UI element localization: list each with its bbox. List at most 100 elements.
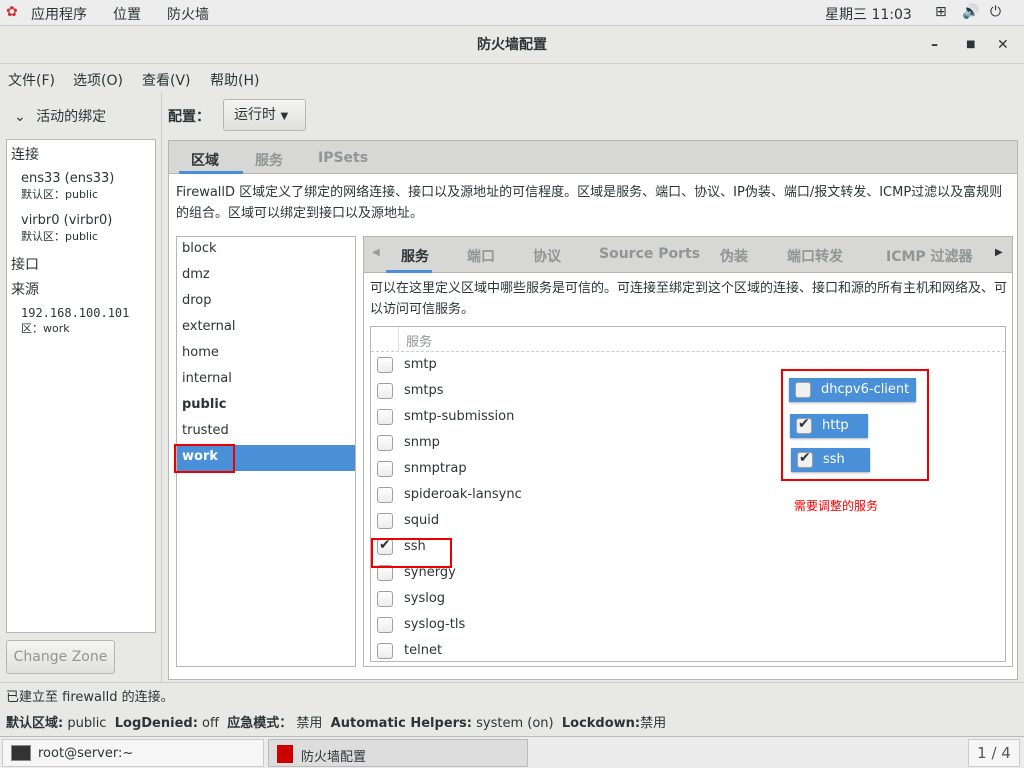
interfaces-label: 接口 [11,257,39,273]
connection-status: 已建立至 firewalld 的连接。 [6,690,174,705]
tab-services[interactable]: 服务 [255,150,283,170]
sources-label: 来源 [11,282,39,298]
zone-item[interactable]: dmz [177,263,355,289]
config-dropdown[interactable]: 运行时 ▼ [223,99,306,131]
change-zone-button[interactable]: Change Zone [6,640,115,674]
default-zone-label: 默认区域: [6,716,64,731]
bindings-list: 连接 ens33 (ens33) 默认区：public virbr0 (virbr… [6,139,156,633]
close-button[interactable]: ✕ [997,26,1009,64]
taskbar-firewall[interactable]: 防火墙配置 [268,739,528,767]
connection-zone: 默认区：public [21,230,99,243]
service-checkbox[interactable] [377,409,393,425]
active-bindings-expander[interactable]: ⌄ 活动的绑定 [14,106,106,126]
service-checkbox[interactable] [377,513,393,529]
tab-protocols[interactable]: 协议 [533,246,561,266]
service-checkbox[interactable] [377,435,393,451]
service-name: snmp [404,435,440,450]
source-item[interactable]: 192.168.100.101 区：work [21,306,129,336]
menu-options[interactable]: 选项(O) [73,70,123,90]
service-name: spideroak-lansync [404,487,522,502]
terminal-icon [11,745,31,761]
app-menu[interactable]: 防火墙 [167,4,209,24]
scroll-right-icon[interactable]: ▶ [995,247,1003,258]
service-row[interactable]: ssh [371,534,1004,560]
panic-value: 禁用 [296,716,323,731]
clock[interactable]: 星期三 11:03 [825,4,912,24]
zone-item[interactable]: public [177,393,355,419]
lockdown-label: Lockdown: [561,716,641,731]
maximize-button[interactable]: ■ [966,26,975,64]
annotation-item: dhcpv6-client [789,378,916,402]
connection-name: virbr0 (virbr0) [21,213,113,228]
annotation-label: ssh [823,452,845,467]
zone-item[interactable]: block [177,237,355,263]
tab-zones[interactable]: 区域 [191,150,219,170]
service-checkbox[interactable] [377,643,393,659]
service-row[interactable]: syslog [371,586,1004,612]
tab-source-ports[interactable]: Source Ports [599,246,700,262]
zone-item[interactable]: drop [177,289,355,315]
annotation-note: 需要调整的服务 [794,499,879,513]
tab-ipsets[interactable]: IPSets [318,150,368,166]
taskbar-terminal[interactable]: root@server:~ [2,739,264,767]
connection-item[interactable]: ens33 (ens33) 默认区：public [21,171,114,202]
services-description: 可以在这里定义区域中哪些服务是可信的。可连接至绑定到这个区域的连接、接口和源的所… [370,281,1008,317]
service-row[interactable]: telnet [371,638,1004,661]
annotation-item: http [790,414,868,438]
applications-menu[interactable]: 应用程序 [31,4,87,24]
checkbox [795,382,811,398]
service-name: smtps [404,383,444,398]
service-row[interactable]: synergy [371,560,1004,586]
divider [161,92,162,682]
config-label: 配置： [168,109,210,125]
service-name: telnet [404,643,443,658]
menu-help[interactable]: 帮助(H) [210,70,259,90]
window-title: 防火墙配置 [477,37,547,53]
zone-item[interactable]: home [177,341,355,367]
service-checkbox[interactable] [377,487,393,503]
annotation-label: dhcpv6-client [821,382,910,397]
connections-label: 连接 [11,147,39,163]
service-row[interactable]: syslog-tls [371,612,1004,638]
menu-view[interactable]: 查看(V) [142,70,191,90]
source-zone: 区：work [21,322,70,335]
panic-label: 应急模式： [227,716,293,731]
zone-item[interactable]: external [177,315,355,341]
zone-item[interactable]: internal [177,367,355,393]
logdenied-value: off [202,716,219,731]
service-name: syslog [404,591,446,606]
column-header-service[interactable]: 服务 [406,331,432,350]
service-checkbox[interactable] [377,591,393,607]
annotation-box: dhcpv6-client http ssh [781,369,929,481]
firewall-icon [277,745,293,763]
checkbox [797,450,813,468]
service-row[interactable]: spideroak-lansync [371,482,1004,508]
checkbox [796,416,812,434]
volume-icon[interactable]: 🔊 [962,4,979,20]
tab-masquerade[interactable]: 伪装 [720,246,748,266]
service-checkbox[interactable] [377,461,393,477]
helpers-label: Automatic Helpers: [330,716,472,731]
scroll-left-icon[interactable]: ◀ [372,247,380,258]
service-checkbox[interactable] [377,617,393,633]
minimize-button[interactable]: – [931,26,938,64]
service-name: smtp [404,357,437,372]
service-name: smtp-submission [404,409,515,424]
places-menu[interactable]: 位置 [113,4,141,24]
zone-item[interactable]: trusted [177,419,355,445]
tab-icmp-filter[interactable]: ICMP 过滤器 [886,246,973,266]
service-name: snmptrap [404,461,467,476]
network-icon[interactable]: ⊞ [935,4,947,20]
service-row[interactable]: squid [371,508,1004,534]
tab-services[interactable]: 服务 [401,246,429,266]
tab-ports[interactable]: 端口 [467,246,495,266]
connection-item[interactable]: virbr0 (virbr0) 默认区：public [21,213,112,244]
menu-file[interactable]: 文件(F) [8,70,55,90]
service-checkbox[interactable] [377,383,393,399]
helpers-value: system (on) [476,716,554,731]
workspace-switcher[interactable]: 1 / 4 [968,739,1020,767]
dropdown-arrow-icon: ▼ [280,111,289,122]
service-checkbox[interactable] [377,357,393,373]
tab-port-forwarding[interactable]: 端口转发 [787,246,843,266]
power-icon[interactable]: ⏻ [990,4,1001,20]
